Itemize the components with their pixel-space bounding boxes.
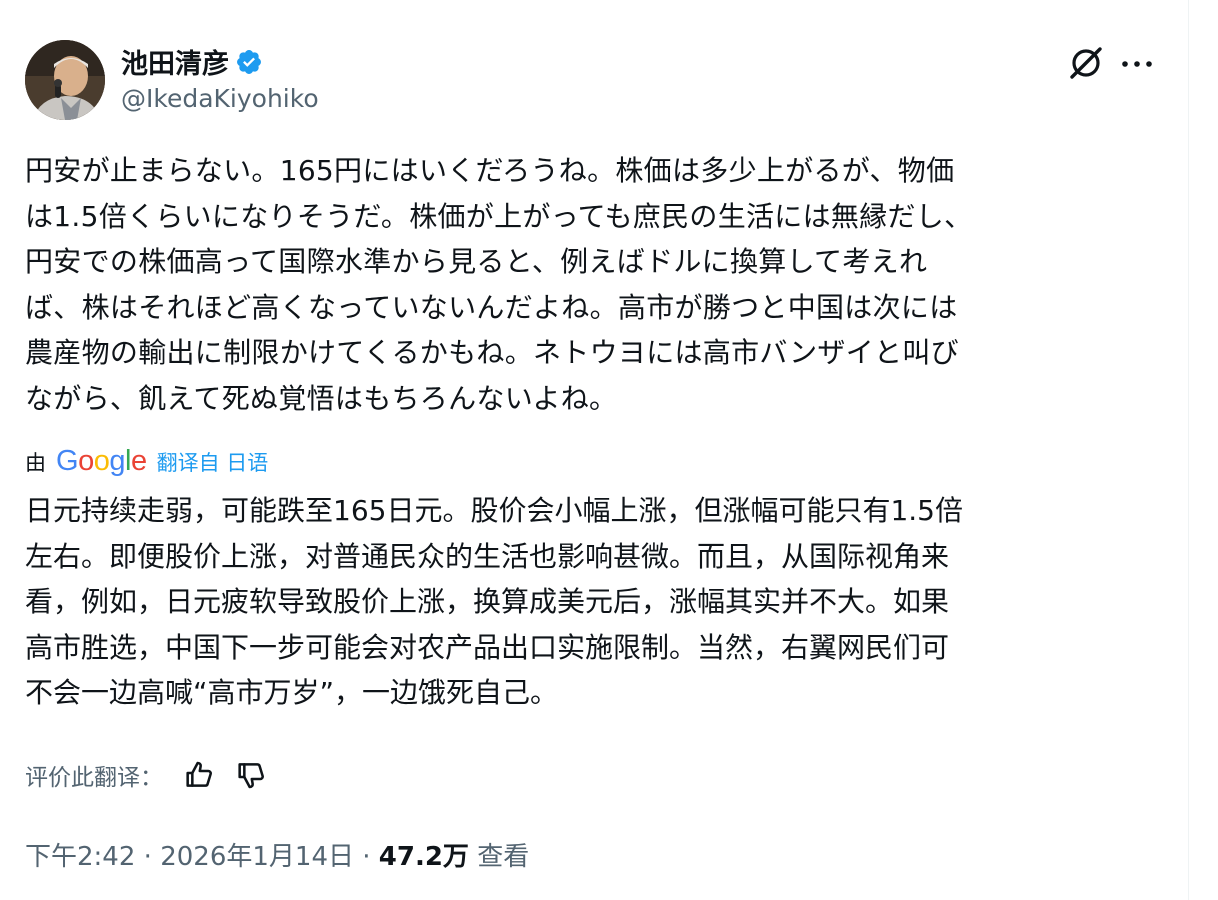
- verified-badge-icon[interactable]: [235, 48, 263, 76]
- post-original-text: 円安が止まらない。165円にはいくだろうね。株価は多少上がるが、物価 は1.5倍…: [25, 148, 1160, 421]
- views-label: 查看: [477, 842, 530, 872]
- original-line: ながら、飢えて死ぬ覚悟はもちろんないよね。: [25, 381, 618, 415]
- rate-translation-row: 评价此翻译：: [25, 758, 267, 792]
- translated-line: 日元持续走弱，可能跌至165日元。股价会小幅上涨，但涨幅可能只有1.5倍: [25, 494, 963, 527]
- thumbs-down-icon[interactable]: [235, 759, 267, 791]
- translated-line: 高市胜选，中国下一步可能会对农产品出口实施限制。当然，右翼网民们可: [25, 630, 950, 664]
- original-line: ば、株はそれほど高くなっていないんだよね。高市が勝つと中国は次には: [25, 290, 958, 324]
- meta-separator: ·: [143, 842, 152, 872]
- author-handle[interactable]: @IkedaKiyohiko: [121, 84, 319, 113]
- author-name[interactable]: 池田清彦: [121, 42, 229, 81]
- grok-icon[interactable]: [1067, 44, 1105, 82]
- thumbs-up-icon[interactable]: [183, 759, 215, 791]
- rate-translation-label: 评价此翻译：: [25, 765, 163, 791]
- translated-line: 不会一边高喊“高市万岁”，一边饿死自己。: [25, 676, 559, 709]
- translated-from-link[interactable]: 翻译自 日语: [157, 447, 269, 477]
- original-line: は1.5倍くらいになりそうだ。株価が上がっても庶民の生活には無縁だし、: [25, 199, 973, 233]
- post-date[interactable]: 2026年1月14日: [160, 842, 354, 872]
- more-options-icon[interactable]: [1117, 44, 1157, 82]
- post-meta: 下午2:42 · 2026年1月14日 · 47.2万 查看: [25, 836, 529, 873]
- original-line: 円安での株価高って国際水準から見ると、例えばドルに換算して考えれ: [25, 245, 928, 278]
- original-line: 円安が止まらない。165円にはいくだろうね。株価は多少上がるが、物価: [25, 154, 955, 187]
- meta-separator: ·: [362, 842, 371, 872]
- original-line: 農産物の輸出に制限かけてくるかもね。ネトウヨには高市バンザイと叫び: [25, 336, 959, 369]
- translated-line: 左右。即便股价上涨，对普通民众的生活也影响甚微。而且，从国际视角来: [25, 539, 950, 573]
- post-header: 池田清彦 @IkedaKiyohiko: [25, 38, 1155, 122]
- post-time[interactable]: 下午2:42: [25, 842, 135, 872]
- google-logo: Google: [56, 445, 147, 477]
- post-translated-text: 日元持续走弱，可能跌至165日元。股价会小幅上涨，但涨幅可能只有1.5倍 左右。…: [25, 488, 1160, 716]
- avatar[interactable]: [25, 40, 105, 120]
- translation-by-label: 由: [25, 450, 46, 475]
- views-count: 47.2万: [378, 842, 469, 872]
- translated-line: 看，例如，日元疲软导致股价上涨，换算成美元后，涨幅其实并不大。如果: [25, 585, 950, 618]
- translation-attribution: 由 Google 翻译自 日语: [25, 445, 268, 478]
- author-name-row[interactable]: 池田清彦: [121, 42, 263, 81]
- column-border: [1188, 0, 1189, 900]
